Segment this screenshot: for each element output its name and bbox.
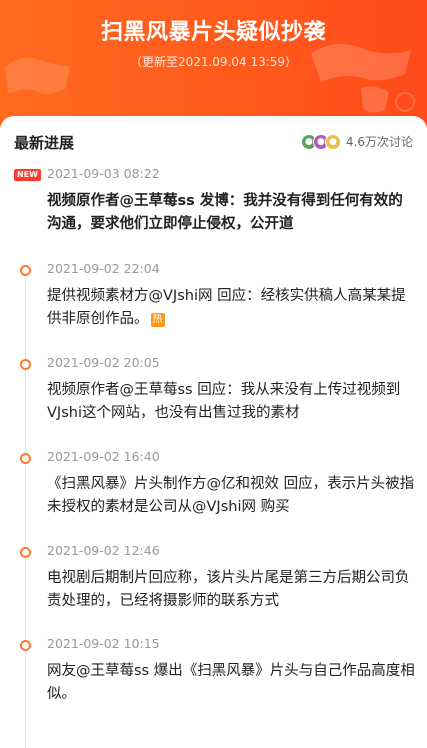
- timeline-time: 2021-09-02 22:04: [47, 261, 160, 276]
- timeline-dot: [20, 547, 31, 558]
- avatar: ●: [324, 133, 341, 150]
- discussion-summary[interactable]: ● ● ● 4.6万次讨论: [300, 133, 413, 150]
- timeline-text: 电视剧后期制片回应称，该片头片尾是第三方后期公司负责处理的，已经将摄影师的联系方…: [47, 570, 410, 609]
- timeline-text: 提供视频素材方@VJshi网 回应：经核实供稿人高某某提供非原创作品。: [47, 288, 406, 327]
- timeline-text: 《扫黑风暴》片头制作方@亿和视效 回应，表示片头被指未授权的素材是公司从@VJs…: [47, 476, 415, 515]
- update-timestamp: （更新至2021.09.04 13:59）: [129, 55, 298, 69]
- timeline-time: 2021-09-02 12:46: [47, 543, 160, 558]
- topic-header: 扫黑风暴片头疑似抄袭 （更新至2021.09.04 13:59）: [0, 0, 427, 128]
- new-badge: NEW: [14, 169, 41, 181]
- timeline-dot: [20, 640, 31, 651]
- hot-badge: 热: [150, 313, 165, 327]
- timeline-time: 2021-09-02 10:15: [47, 636, 160, 651]
- timeline-text: 视频原作者@王草莓ss 发博：我并没有得到任何有效的沟通，要求他们立即停止侵权，…: [47, 193, 403, 232]
- timeline-line: [25, 278, 26, 748]
- timeline-text: 视频原作者@王草莓ss 回应：我从来没有上传过视频到VJshi这个网站，也没有出…: [47, 382, 401, 421]
- timeline-dot: [20, 453, 31, 464]
- timeline-dot: [20, 265, 31, 276]
- page-title: 扫黑风暴片头疑似抄袭: [100, 20, 326, 45]
- timeline-dot: [20, 359, 31, 370]
- progress-card: 最新进展 ● ● ● 4.6万次讨论 NEW 2021-09-03 08:22 …: [0, 116, 427, 748]
- timeline-text: 网友@王草莓ss 爆出《扫黑风暴》片头与自己作品高度相似。: [47, 663, 415, 702]
- progress-header: 最新进展 ● ● ● 4.6万次讨论: [0, 132, 427, 154]
- timeline-time: 2021-09-02 16:40: [47, 449, 160, 464]
- timeline-time: 2021-09-02 20:05: [47, 355, 160, 370]
- discussion-count: 4.6万次讨论: [345, 135, 413, 149]
- section-title: 最新进展: [14, 134, 75, 152]
- avatar-group: ● ● ●: [300, 133, 341, 150]
- timeline-time: 2021-09-03 08:22: [47, 166, 160, 181]
- timeline-text-wrap: 提供视频素材方@VJshi网 回应：经核实供稿人高某某提供非原创作品。热: [47, 285, 417, 331]
- world-map-decoration: [311, 44, 415, 113]
